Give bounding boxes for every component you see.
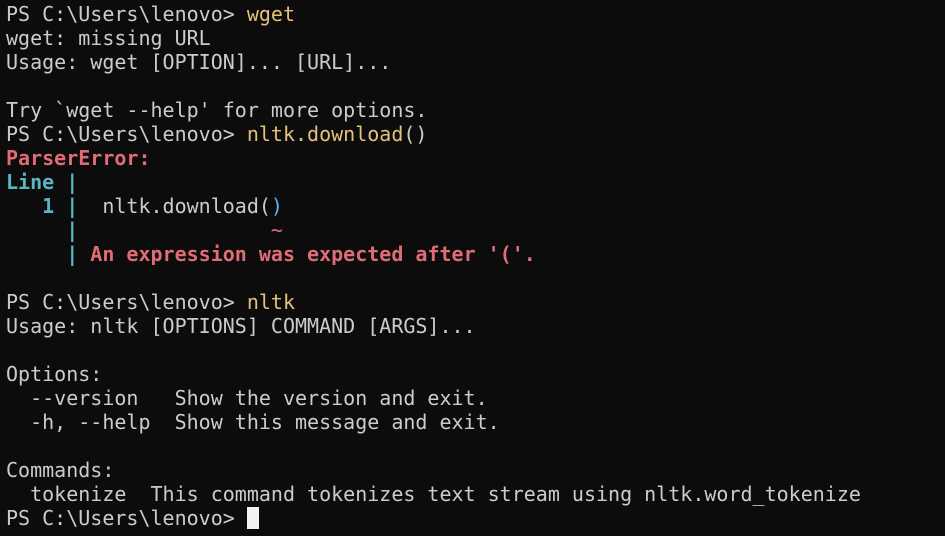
command-wget: wget — [246, 2, 295, 26]
prompt-line-nltk-download: PS C:\Users\lenovo> nltk.download() — [6, 122, 945, 146]
prompt: PS C:\Users\lenovo> — [6, 506, 247, 530]
parser-error-label: ParserError: — [6, 146, 151, 170]
tilde-padding — [78, 218, 271, 242]
error-code-close-paren: ) — [270, 194, 283, 218]
error-line-number: 1 | — [6, 194, 79, 218]
prompt: PS C:\Users\lenovo> — [6, 2, 247, 26]
prompt-line-wget: PS C:\Users\lenovo> wget — [6, 2, 945, 26]
text-cursor[interactable] — [246, 507, 259, 529]
command-nltk: nltk — [246, 290, 295, 314]
error-message: An expression was expected after '('. — [78, 242, 536, 266]
error-pipe: | — [6, 242, 79, 266]
prompt-line-nltk: PS C:\Users\lenovo> nltk — [6, 290, 945, 314]
output-wget-usage: Usage: wget [OPTION]... [URL]... — [6, 50, 392, 74]
output-option-help: -h, --help Show this message and exit. — [6, 410, 500, 434]
prompt-line-active[interactable]: PS C:\Users\lenovo> — [6, 506, 945, 530]
error-code-text: nltk.download( — [78, 194, 271, 218]
output-options-header: Options: — [6, 362, 103, 386]
error-line-label: Line | — [6, 170, 79, 194]
output-wget-missing: wget: missing URL — [6, 26, 211, 50]
prompt: PS C:\Users\lenovo> — [6, 290, 247, 314]
error-tilde-line: | ~ — [6, 218, 945, 242]
error-pipe: | — [6, 218, 79, 242]
terminal-window[interactable]: PS C:\Users\lenovo> wget wget: missing U… — [0, 0, 945, 536]
error-code-line: 1 | nltk.download() — [6, 194, 945, 218]
error-message-line: | An expression was expected after '('. — [6, 242, 945, 266]
error-tilde-marker: ~ — [270, 218, 283, 242]
output-option-version: --version Show the version and exit. — [6, 386, 488, 410]
output-wget-try: Try `wget --help' for more options. — [6, 98, 428, 122]
command-nltk-download: nltk.download — [246, 122, 404, 146]
output-command-tokenize: tokenize This command tokenizes text str… — [6, 482, 861, 506]
prompt: PS C:\Users\lenovo> — [6, 122, 247, 146]
command-parens: () — [403, 122, 428, 146]
output-nltk-usage: Usage: nltk [OPTIONS] COMMAND [ARGS]... — [6, 314, 476, 338]
output-commands-header: Commands: — [6, 458, 115, 482]
